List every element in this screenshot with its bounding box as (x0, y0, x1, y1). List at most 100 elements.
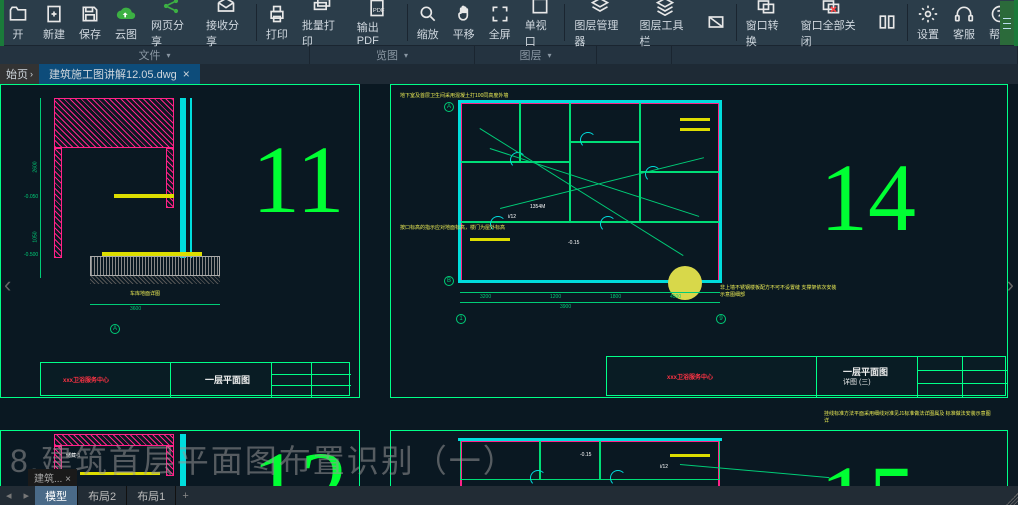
btn-label: 保存 (79, 26, 101, 42)
btn-label: 单视口 (525, 17, 556, 49)
section-detail-11: 2600 1050 3600 A 车库地面详图 -0.050 -0.500 (30, 94, 240, 354)
ribbon-edge-left (0, 0, 4, 46)
gear-icon (917, 3, 939, 25)
chevron-down-icon: ▾ (404, 51, 408, 60)
ribbon-groups: 文件▾ 览图▾ 图层▾ (0, 46, 1018, 64)
resize-handle[interactable] (1006, 493, 1018, 505)
btn-label: 输出PDF (357, 19, 398, 47)
drawing-canvas[interactable]: ‹ › 11 14 12 15 2600 1050 3600 A 车库地面详图 … (0, 84, 1018, 486)
title-block: xxx卫浴服务中心 一层平面图 详图 (三) (606, 356, 1006, 396)
close-all-icon (820, 0, 842, 16)
btn-label: 设置 (917, 26, 939, 42)
ribbon-overflow-button[interactable] (1000, 1, 1014, 45)
note-text: 地下室及首层卫生间采用混凝土打100同高度外墙 (400, 92, 508, 99)
group-misc (672, 46, 1018, 64)
chevron-down-icon: ▾ (166, 51, 170, 60)
compare-button[interactable] (869, 0, 905, 45)
btn-label: 图层管理器 (574, 17, 625, 49)
btn-label: 网页分享 (151, 17, 192, 49)
tab-scroll-right[interactable]: ▸ (18, 489, 36, 502)
customer-service-button[interactable]: 客服 (946, 0, 982, 45)
layout-tab-bar: ◂ ▸ 模型 布局2 布局1 + (0, 486, 1018, 505)
start-page-tab[interactable]: 始页› (0, 64, 39, 84)
webshare-button[interactable]: 网页分享 (144, 0, 199, 45)
document-tab-bar: 始页› 建筑施工图讲解12.05.dwg × (0, 64, 1018, 84)
settings-button[interactable]: 设置 (910, 0, 946, 45)
layer-off-icon (705, 11, 727, 33)
floor-plan-14: 3200 1200 1800 4500 3900 1354M i/12 -0.1… (400, 88, 800, 348)
zoom-button[interactable]: 缩放 (410, 0, 446, 45)
layer-manager-button[interactable]: 图层管理器 (567, 0, 632, 45)
sheet-number: 14 (820, 142, 916, 253)
pdf-icon: PDF (366, 0, 388, 18)
title-block: xxx卫浴服务中心 一层平面图 (40, 362, 350, 396)
save-icon (79, 3, 101, 25)
export-pdf-button[interactable]: PDF 输出PDF (350, 0, 405, 45)
viewport-icon (529, 0, 551, 16)
cloud-button[interactable]: 云图 (108, 0, 144, 45)
btn-label: 客服 (953, 26, 975, 42)
layout-tab-2[interactable]: 布局2 (78, 486, 127, 505)
chevron-right-icon: › (30, 69, 33, 79)
btn-label: 窗口全部关闭 (801, 17, 862, 49)
close-icon[interactable]: × (183, 67, 190, 81)
open-file-badge[interactable]: 建筑... × (28, 469, 77, 486)
windows-icon (755, 0, 777, 16)
save-button[interactable]: 保存 (72, 0, 108, 45)
chevron-down-icon: ▾ (547, 51, 551, 60)
fullscreen-icon (489, 3, 511, 25)
note-text: 按口标高的指示应对地面标高，楼门为屋外标高 (400, 224, 505, 231)
document-tab[interactable]: 建筑施工图讲解12.05.dwg × (39, 64, 200, 84)
doc-filename: 建筑施工图讲解12.05.dwg (49, 66, 177, 82)
group-file[interactable]: 文件▾ (0, 46, 310, 64)
new-button[interactable]: 新建 (36, 0, 72, 45)
btn-label: 开 (13, 26, 24, 42)
group-view[interactable]: 览图▾ (310, 46, 475, 64)
folder-open-icon (7, 3, 29, 25)
layers-icon (589, 0, 611, 16)
add-layout-button[interactable]: + (176, 490, 194, 502)
close-icon[interactable]: × (65, 474, 71, 485)
layout-tab-model[interactable]: 模型 (35, 486, 78, 505)
ribbon-edge-right (1014, 0, 1018, 46)
printer-batch-icon (311, 0, 333, 16)
watermark-text: 8.建筑首层平面图布置识别（一） (10, 436, 517, 482)
fullscreen-button[interactable]: 全屏 (482, 0, 518, 45)
share-icon (160, 0, 182, 16)
layer-toolbar-button[interactable]: 图层工具栏 (633, 0, 698, 45)
batch-print-button[interactable]: 批量打印 (295, 0, 350, 45)
ribbon-toolbar: 开 新建 保存 云图 网页分享 接收分享 打印 批量打印 PDF 输出PDF 缩… (0, 0, 1018, 46)
layer-off-button[interactable] (698, 0, 734, 45)
note-text: 挂线标准方法平面采用细线对准见J1标准做法详图属及 标准做法安装示意图详 (824, 410, 994, 424)
window-switch-button[interactable]: 窗口转换 (739, 0, 794, 45)
single-viewport-button[interactable]: 单视口 (518, 0, 563, 45)
layout-tab-1[interactable]: 布局1 (127, 486, 176, 505)
headset-icon (953, 3, 975, 25)
print-button[interactable]: 打印 (259, 0, 295, 45)
group-layer[interactable]: 图层▾ (475, 46, 597, 64)
sheet-number: 11 (252, 124, 344, 235)
btn-label: 接收分享 (206, 17, 247, 49)
inbox-icon (215, 0, 237, 16)
receive-share-button[interactable]: 接收分享 (199, 0, 254, 45)
tab-scroll-left[interactable]: ◂ (0, 489, 18, 502)
btn-label: 批量打印 (302, 17, 343, 49)
btn-label: 平移 (453, 26, 475, 42)
btn-label: 窗口转换 (746, 17, 787, 49)
cloud-upload-icon (115, 3, 137, 25)
file-new-icon (43, 3, 65, 25)
group-window[interactable] (597, 46, 672, 64)
close-all-windows-button[interactable]: 窗口全部关闭 (794, 0, 869, 45)
pan-button[interactable]: 平移 (446, 0, 482, 45)
note-text: 非上墙不锈钢楼板配方不可不设置缝 支撑架依次安装示意图细部 (720, 284, 840, 298)
pan-hand-icon (453, 3, 475, 25)
sheet-number: 15 (820, 444, 916, 486)
printer-icon (266, 3, 288, 25)
btn-label: 图层工具栏 (640, 17, 691, 49)
svg-text:PDF: PDF (373, 8, 385, 14)
btn-label: 缩放 (417, 26, 439, 42)
btn-label: 全屏 (489, 26, 511, 42)
layer-list-icon (654, 0, 676, 16)
open-button[interactable]: 开 (0, 0, 36, 45)
compare-icon (876, 11, 898, 33)
